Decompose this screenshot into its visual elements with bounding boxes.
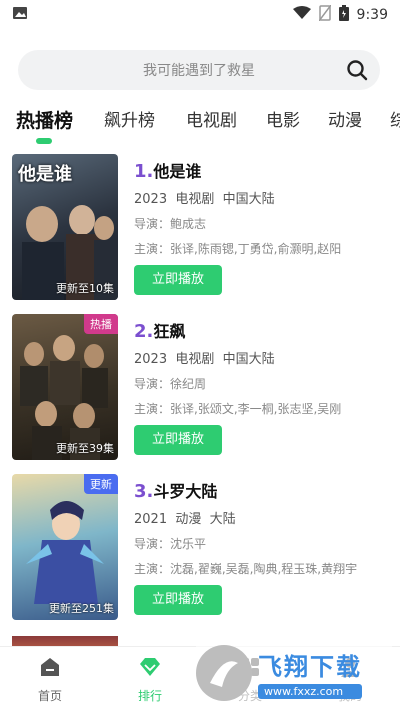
search-icon[interactable] [346,59,368,81]
wifi-icon [292,6,311,24]
item-meta: 2023 电视剧 中国大陆 [134,188,384,207]
poster-image[interactable]: 更新 更新至251集 [12,474,118,620]
tab-movie[interactable]: 电影 [266,106,300,131]
search-bar[interactable]: 我可能遇到了救星 [18,50,380,90]
nav-label: 首页 [37,689,62,703]
rank-number: 2. [134,321,154,342]
rank-number: 1. [134,161,154,182]
item-genre: 动漫 [175,512,202,527]
tab-rising[interactable]: 飙升榜 [104,106,155,131]
item-title-line[interactable]: 1.他是谁 [134,158,384,182]
item-title: 狂飙 [153,322,186,341]
poster-badge: 更新 [84,474,118,494]
play-now-button[interactable]: 立即播放 [134,425,222,455]
nav-home[interactable]: 首页 [10,655,90,704]
item-title-line[interactable]: 3.斗罗大陆 [134,478,384,502]
tab-anime[interactable]: 动漫 [328,106,362,131]
home-icon [41,658,59,676]
poster-episodes: 更新至10集 [56,282,114,295]
item-title: 斗罗大陆 [153,482,218,501]
item-region: 中国大陆 [222,192,275,207]
play-now-button[interactable]: 立即播放 [134,585,222,615]
item-director: 导演：徐纪周 [134,377,207,391]
poster-episodes: 更新至39集 [56,442,114,455]
item-meta: 2023 电视剧 中国大陆 [134,348,384,367]
item-region: 大陆 [209,512,236,527]
watermark-text: 飞翔下载 [258,653,362,681]
nav-ranking[interactable]: 排行 [110,655,190,704]
item-cast: 主演：沈磊,翟巍,吴磊,陶典,程玉珠,黄翔宇 [134,562,358,576]
play-now-button[interactable]: 立即播放 [134,265,222,295]
tab-tv[interactable]: 电视剧 [186,106,237,131]
search-placeholder: 我可能遇到了救星 [143,63,255,79]
rank-number: 3. [134,481,154,502]
image-notification-icon [12,5,28,25]
tab-hot[interactable]: 热播榜 [16,106,73,133]
item-year: 2023 [134,192,168,207]
active-tab-indicator [36,138,52,144]
list-item[interactable]: 热播 更新至39集 2.狂飙 2023 电视剧 中国大陆 导演：徐纪周 主演：张… [12,314,388,464]
item-meta: 2021 动漫 大陆 [134,508,384,527]
status-bar: 9:39 [0,0,400,30]
poster-episodes: 更新至251集 [49,602,114,615]
category-tabs: 热播榜 飙升榜 电视剧 电影 动漫 综 [0,98,400,144]
poster-figures [20,335,108,460]
status-time: 9:39 [356,7,388,23]
poster-figures [26,501,104,604]
watermark-logo [196,645,252,701]
battery-icon [338,5,349,25]
item-year: 2021 [134,512,168,527]
item-year: 2023 [134,352,168,367]
poster-image[interactable]: 他是谁 更新至10集 [12,154,118,300]
item-genre: 电视剧 [175,352,215,367]
poster-image[interactable]: 热播 更新至39集 [12,314,118,460]
item-region: 中国大陆 [222,352,275,367]
poster-title: 他是谁 [18,164,72,185]
diamond-icon [140,658,160,676]
list-item[interactable]: 他是谁 更新至10集 1.他是谁 2023 电视剧 中国大陆 导演：鲍成志 主演… [12,154,388,304]
item-cast: 主演：张译,张颂文,李一桐,张志坚,吴刚 [134,402,342,416]
item-director: 导演：鲍成志 [134,217,207,231]
item-cast: 主演：张译,陈雨锶,丁勇岱,俞灏明,赵阳 [134,242,342,256]
item-title-line[interactable]: 2.狂飙 [134,318,384,342]
item-title: 他是谁 [153,162,202,181]
poster-badge: 热播 [84,314,118,334]
watermark: 飞翔下载 www.fxxz.com [196,640,392,706]
item-director: 导演：沈乐平 [134,537,207,551]
tab-variety[interactable]: 综 [390,106,400,131]
no-sim-icon [317,4,332,25]
list-item[interactable]: 更新 更新至251集 3.斗罗大陆 2021 动漫 大陆 导演：沈乐平 主演：沈… [12,474,388,624]
nav-label: 排行 [137,689,162,703]
watermark-url: www.fxxz.com [258,684,362,699]
item-genre: 电视剧 [175,192,215,207]
